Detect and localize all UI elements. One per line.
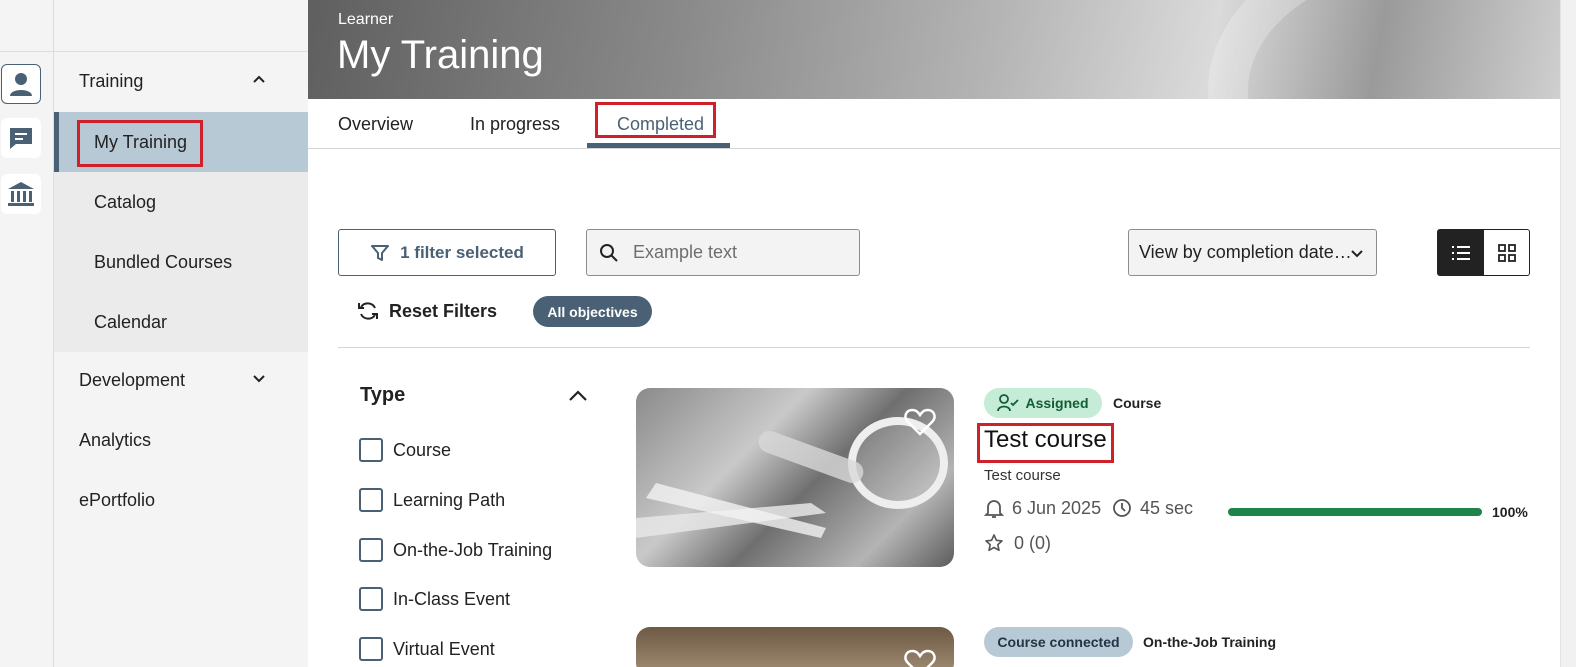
checkbox[interactable] [359,587,383,611]
scrollbar[interactable] [1560,0,1576,667]
sidebar-item-label: Catalog [94,191,157,212]
course-title-link[interactable]: Test course [984,426,1107,454]
favorite-heart-icon[interactable] [904,649,936,667]
type-option-learning-path[interactable]: Learning Path [359,487,505,513]
checkbox-label: Learning Path [393,489,506,510]
checkbox[interactable] [359,538,383,562]
search-icon [600,243,618,262]
progress-bar-fill [1228,508,1482,516]
grid-view-button[interactable] [1484,229,1530,276]
reset-filters-label: Reset Filters [389,300,498,321]
search-box [586,229,860,276]
filter-icon [371,244,390,261]
training-submenu: My Training Catalog Bundled Courses Cale… [54,112,308,352]
status-badge-label: Assigned [1025,395,1089,411]
course-type-label: Course [1113,395,1162,411]
filter-button-label: 1 filter selected [400,242,524,262]
course-duration-value: 45 sec [1140,497,1194,518]
checkbox[interactable] [359,637,383,661]
sidebar-item-label: Bundled Courses [94,251,233,272]
sidebar-group-development[interactable]: Development [54,351,308,409]
course-rating-value: 0 (0) [1014,532,1052,553]
person-icon[interactable] [1,64,41,104]
page-title: My Training [337,33,544,77]
type-option-course[interactable]: Course [359,437,451,463]
progress-bar [1228,508,1482,516]
sidebar-item-calendar[interactable]: Calendar [54,292,308,352]
sort-select[interactable]: View by completion date… [1128,229,1377,276]
checkbox-label: Virtual Event [393,638,495,659]
sidebar: Training My Training Catalog Bundled Cou… [54,0,308,667]
bell-icon [984,500,1004,518]
user-check-icon [997,394,1020,412]
refresh-icon [358,302,378,320]
type-option-in-class-event[interactable]: In-Class Event [359,586,510,612]
checkbox-label: Course [393,439,452,460]
course-date-value: 6 Jun 2025 [1012,497,1102,518]
sidebar-item-my-training[interactable]: My Training [54,112,308,172]
progress-percent: 100% [1492,504,1528,520]
sidebar-item-catalog[interactable]: Catalog [54,172,308,232]
checkbox-label: In-Class Event [393,588,511,609]
tab-overview[interactable]: Overview [338,99,413,149]
checkbox[interactable] [359,488,383,512]
tab-completed[interactable]: Completed [617,99,704,149]
divider [338,347,1530,348]
checkbox-label: On-the-Job Training [393,539,553,560]
course-duration: 45 sec [1112,496,1193,520]
objectives-chip[interactable]: All objectives [533,296,652,327]
page-banner: Learner My Training [308,0,1560,99]
rail-header [0,0,54,52]
sidebar-item-label: Calendar [94,311,168,332]
sidebar-group-analytics[interactable]: Analytics [54,411,308,469]
status-badge-course-connected: Course connected [984,627,1133,657]
course-rating[interactable]: 0 (0) [984,531,1051,555]
course-type-label: On-the-Job Training [1143,634,1276,650]
chevron-up-icon[interactable] [568,390,588,402]
chat-icon[interactable] [1,118,41,158]
course-thumbnail[interactable] [636,627,954,667]
sidebar-group-training[interactable]: Training [54,52,308,110]
type-filter-title: Type [360,384,406,406]
list-view-button[interactable] [1437,229,1484,276]
favorite-heart-icon[interactable] [904,408,936,436]
sidebar-group-label: Development [79,369,186,390]
sidebar-group-label: Analytics [79,429,152,450]
tab-bar: Overview In progress Completed [308,99,1560,149]
type-option-virtual-event[interactable]: Virtual Event [359,636,495,662]
icon-rail [0,0,54,667]
course-subtitle: Test course [984,467,1061,484]
chevron-down-icon [1351,250,1363,258]
sidebar-item-bundled-courses[interactable]: Bundled Courses [54,232,308,292]
sort-select-value: View by completion date… [1139,242,1352,262]
grid-view-icon [1497,243,1516,262]
sidebar-header [54,0,308,52]
chevron-down-icon [253,375,265,383]
institution-icon[interactable] [1,174,41,214]
sidebar-group-eportfolio[interactable]: ePortfolio [54,471,308,529]
sidebar-group-label: Training [79,70,144,91]
filter-button[interactable]: 1 filter selected [338,229,556,276]
active-tab-indicator [587,143,730,148]
sidebar-group-label: ePortfolio [79,489,156,510]
course-thumbnail[interactable] [636,388,954,567]
tab-in-progress[interactable]: In progress [470,99,560,149]
sidebar-item-label: My Training [94,131,188,152]
clock-icon [1113,499,1131,517]
star-icon [985,534,1003,552]
reset-filters-button[interactable]: Reset Filters [357,296,497,326]
chevron-up-icon [253,75,265,83]
type-option-on-the-job-training[interactable]: On-the-Job Training [359,537,552,563]
banner-subtitle: Learner [338,11,394,28]
status-badge-assigned: Assigned [984,388,1102,418]
search-input[interactable] [633,242,843,263]
list-view-icon [1451,245,1470,260]
checkbox[interactable] [359,438,383,462]
course-date: 6 Jun 2025 [984,496,1101,520]
